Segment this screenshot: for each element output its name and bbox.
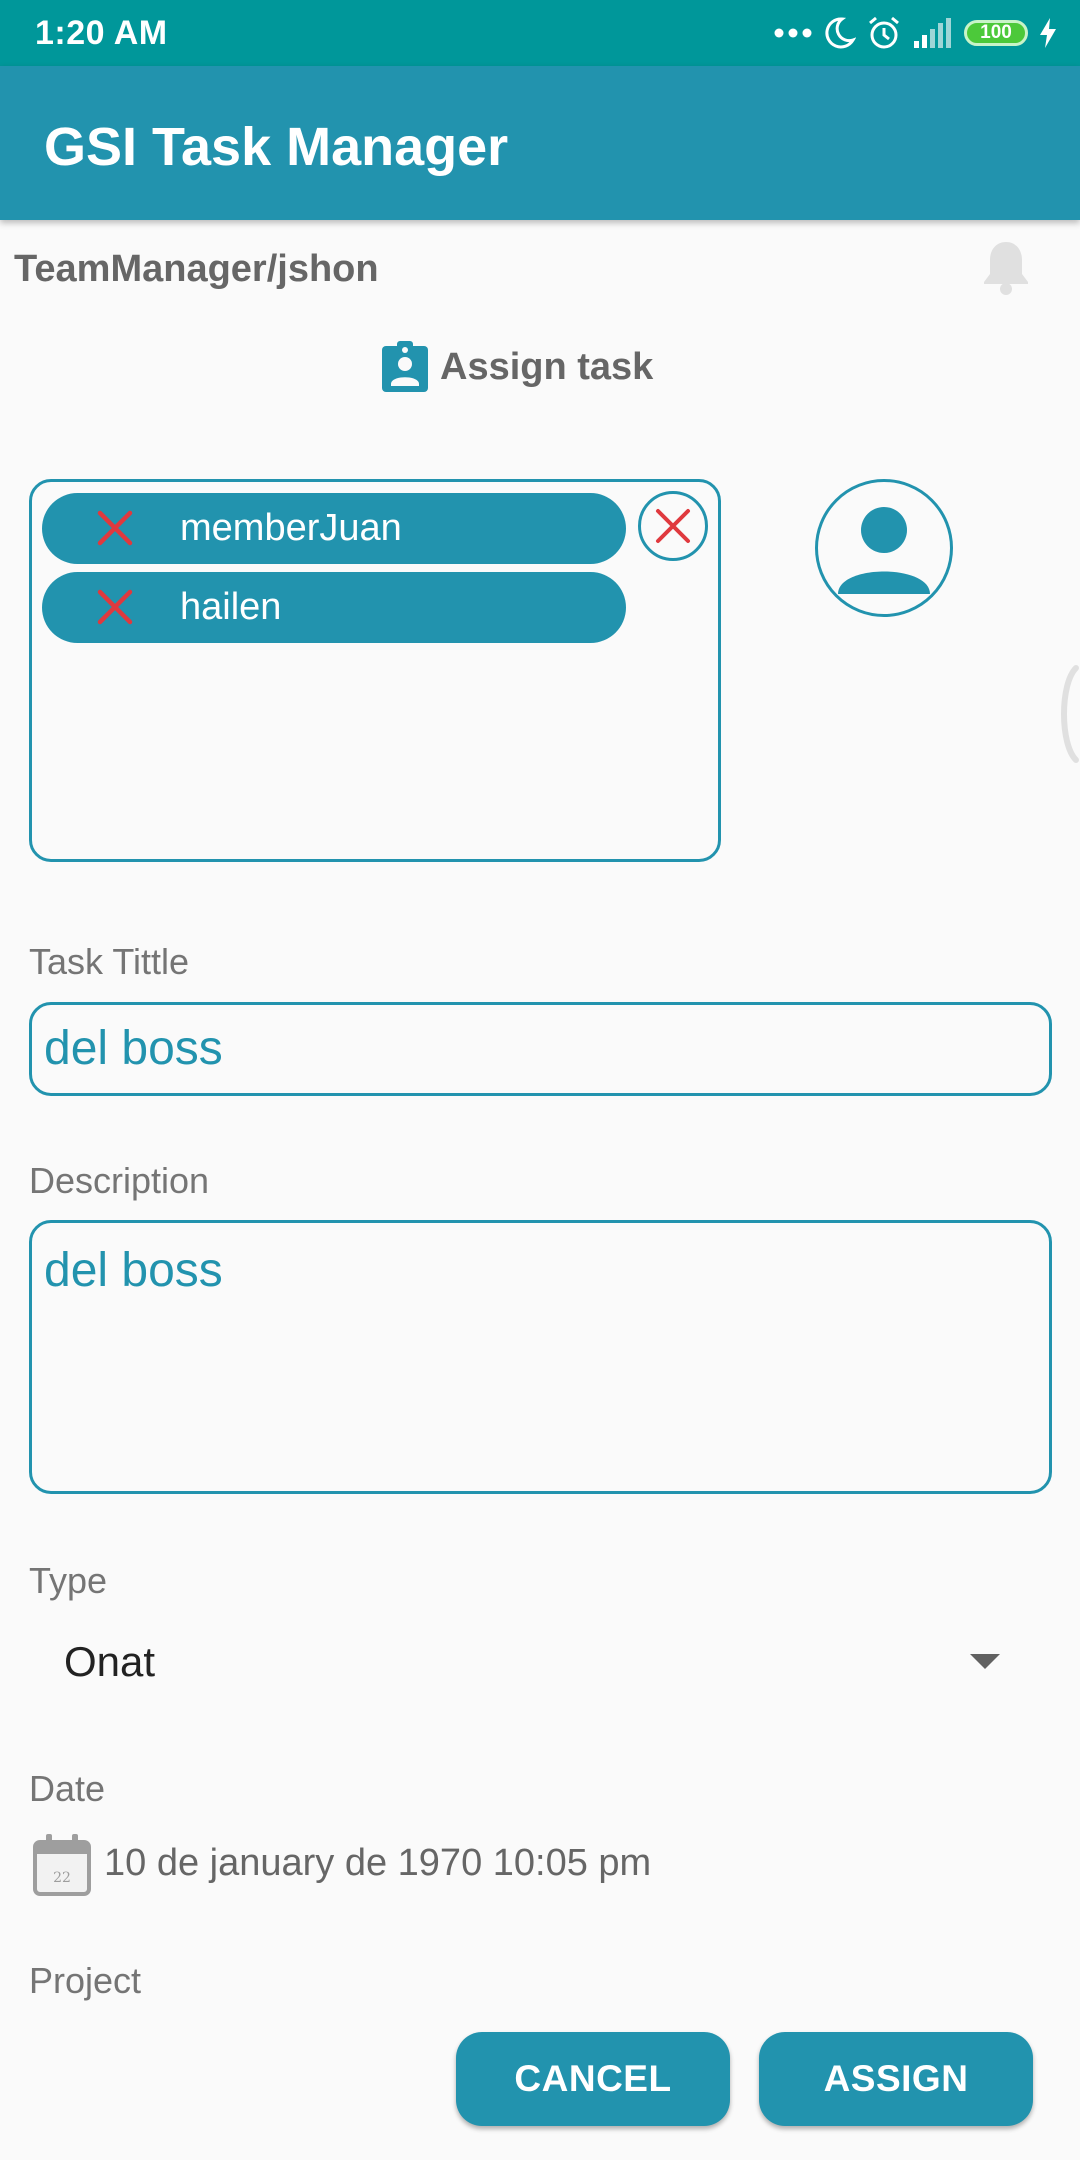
status-icons: 100 — [774, 10, 1058, 56]
remove-member-icon[interactable] — [94, 507, 136, 549]
remove-member-icon[interactable] — [94, 586, 136, 628]
bell-icon[interactable] — [980, 238, 1032, 301]
alarm-icon — [869, 16, 899, 49]
app-bar: GSI Task Manager — [0, 66, 1080, 220]
member-chip: memberJuan — [42, 493, 626, 564]
date-value[interactable]: 10 de january de 1970 10:05 pm — [104, 1842, 651, 1885]
assign-button[interactable]: ASSIGN — [759, 2032, 1033, 2126]
calendar-day: 22 — [53, 1870, 71, 1886]
description-input[interactable]: del boss — [29, 1220, 1052, 1494]
user-path: TeamManager/jshon — [14, 248, 379, 290]
scroll-handle[interactable] — [1052, 664, 1080, 764]
assignment-ind-icon — [382, 341, 428, 392]
more-dots-icon — [774, 28, 812, 38]
date-label: Date — [29, 1768, 106, 1809]
battery-icon: 100 — [964, 20, 1028, 46]
type-selected-value: Onat — [64, 1638, 156, 1685]
task-title-label: Task Tittle — [29, 941, 190, 982]
close-icon — [656, 509, 690, 543]
clear-members-button[interactable] — [638, 491, 708, 561]
assign-label: Assign task — [440, 345, 654, 388]
status-bar: 1:20 AM 100 — [0, 0, 1080, 66]
assign-heading: Assign task — [380, 340, 653, 394]
charging-icon — [1040, 18, 1056, 48]
member-name: hailen — [180, 586, 282, 628]
person-icon — [838, 507, 930, 594]
member-chip: hailen — [42, 572, 626, 643]
dropdown-arrow-icon — [970, 1654, 1000, 1669]
app-title: GSI Task Manager — [44, 117, 509, 177]
project-label: Project — [29, 1960, 142, 2001]
description-label: Description — [29, 1160, 210, 1201]
type-label: Type — [29, 1560, 108, 1601]
calendar-icon[interactable]: 22 — [32, 1832, 92, 1901]
add-member-button[interactable] — [815, 479, 953, 617]
status-time: 1:20 AM — [35, 14, 168, 52]
task-title-input[interactable]: del boss — [29, 1002, 1052, 1096]
member-name: memberJuan — [180, 507, 402, 549]
cancel-button[interactable]: CANCEL — [456, 2032, 730, 2126]
signal-icon — [914, 18, 951, 48]
type-select[interactable] — [29, 1610, 1052, 1710]
moon-icon — [825, 17, 856, 49]
